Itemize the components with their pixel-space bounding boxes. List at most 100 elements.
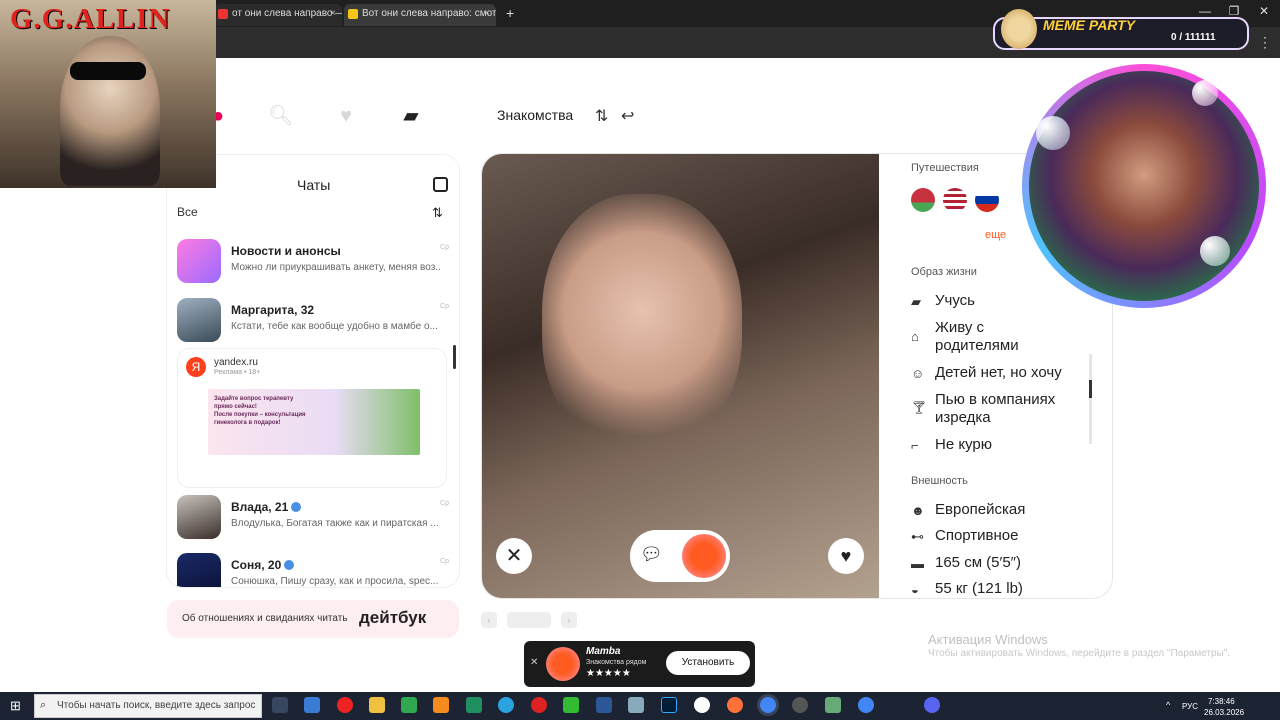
poster-title: G.G.ALLIN — [10, 3, 171, 35]
language-indicator[interactable]: РУС — [1182, 702, 1198, 711]
yandex-browser-icon[interactable] — [694, 697, 710, 713]
taskbar-app-icon[interactable] — [792, 697, 808, 713]
travel-more-link[interactable]: еще — [985, 229, 1006, 241]
smoking-icon: ⌐ — [911, 438, 919, 453]
minimize-button[interactable]: — — [1195, 4, 1215, 18]
activation-subtitle: Чтобы активировать Windows, перейдите в … — [928, 648, 1231, 659]
chrome-icon[interactable] — [858, 697, 874, 713]
datebook-banner[interactable]: Об отношениях и свиданиях читать дейтбук — [167, 600, 459, 638]
profile-card: ✕ 💬︎ ♥ Путешествия еще Образ жизни ▰ Учу… — [482, 154, 1112, 598]
taskbar-app-icon[interactable] — [304, 697, 320, 713]
bubble-decoration — [1036, 116, 1070, 150]
info-scrollbar[interactable] — [1089, 380, 1092, 398]
kids-icon: ☺ — [911, 366, 925, 381]
close-window-button[interactable]: ✕ — [1254, 4, 1274, 18]
ad-banner-image[interactable]: Задайте вопрос терапевту прямо сейчас! П… — [208, 389, 420, 455]
install-button[interactable]: Установить — [666, 651, 750, 675]
sunglasses-shape — [70, 62, 146, 80]
tray-chevron-icon[interactable]: ^ — [1166, 700, 1170, 710]
action-pill: 💬︎ — [630, 530, 730, 582]
search-icon: ⌕ — [40, 699, 47, 711]
compose-icon[interactable] — [433, 177, 448, 192]
taskbar-app-icon[interactable] — [825, 697, 841, 713]
doge-icon — [1001, 9, 1037, 49]
banner-brand: дейтбук — [359, 608, 427, 627]
photoshop-icon[interactable] — [661, 697, 677, 713]
taskbar-app-icon[interactable] — [466, 697, 482, 713]
taskbar-search[interactable]: ⌕ Чтобы начать поиск, введите здесь запр… — [34, 694, 262, 718]
ad-card[interactable]: Я yandex.ru Реклама • 18+ Задайте вопрос… — [177, 348, 447, 488]
ad-banner-text: Задайте вопрос терапевту — [214, 396, 294, 402]
toast-tagline: Знакомства рядом — [586, 659, 647, 666]
browser-tab[interactable]: от они слева направо — Янд × — [214, 4, 342, 26]
ad-banner-text: гинеколога в подарок! — [214, 420, 281, 426]
clock-date[interactable]: 26.03.2026 — [1204, 708, 1244, 717]
super-like-button[interactable] — [682, 534, 726, 578]
search-icon[interactable]: 🔍︎ — [268, 104, 293, 128]
like-button[interactable]: ♥ — [828, 538, 864, 574]
scale-icon: ◒ — [911, 582, 919, 597]
tab-title: Вот они слева направо: смотр — [362, 8, 496, 19]
toast-close-button[interactable]: ✕ — [530, 657, 538, 668]
bubble-decoration — [1200, 236, 1230, 266]
home-icon: ⌂ — [911, 329, 919, 344]
likes-icon[interactable]: ♥ — [334, 104, 358, 128]
chat-item-sonya[interactable]: Соня, 20 Сонюшка, Пишу сразу, как и прос… — [177, 553, 449, 587]
word-icon[interactable] — [596, 697, 612, 713]
discord-icon[interactable] — [924, 697, 940, 713]
start-button[interactable]: ⊞ — [10, 698, 21, 714]
travel-heading: Путешествия — [911, 162, 979, 174]
chrome-icon[interactable] — [760, 697, 776, 713]
lifestyle-heading: Образ жизни — [911, 266, 977, 278]
sort-icon[interactable]: ⇅ — [432, 205, 443, 221]
message-button[interactable]: 💬︎ — [640, 544, 663, 565]
filter-all-label[interactable]: Все — [177, 205, 198, 219]
chat-scrollbar[interactable] — [453, 345, 456, 369]
filter-icon[interactable]: ⇅ — [595, 106, 608, 126]
maximize-button[interactable]: ❐ — [1224, 4, 1244, 18]
ad-domain: yandex.ru — [214, 357, 258, 368]
new-tab-button[interactable]: + — [506, 5, 514, 21]
telegram-icon[interactable] — [498, 697, 514, 713]
clock-time[interactable]: 7:38:46 — [1208, 697, 1235, 706]
undo-icon[interactable]: ↩ — [621, 106, 634, 126]
chat-time: Ср — [440, 500, 449, 507]
chat-time: Ср — [440, 303, 449, 310]
appearance-height: 165 см (5′5″) — [935, 554, 1021, 571]
chat-preview: Влодулька, Богатая также как и пиратская… — [231, 518, 439, 529]
firefox-icon[interactable] — [727, 697, 743, 713]
avatar — [177, 553, 221, 587]
chat-time: Ср — [440, 558, 449, 565]
next-page-button[interactable]: › — [561, 612, 577, 628]
appearance-build: Спортивное — [935, 527, 1019, 544]
dumbbell-icon: ⊷ — [911, 529, 924, 544]
chat-item-news[interactable]: Новости и анонсы Можно ли приукрашивать … — [177, 239, 449, 291]
vlc-icon[interactable] — [433, 697, 449, 713]
folder-icon[interactable] — [369, 697, 385, 713]
taskbar-app-icon[interactable] — [401, 697, 417, 713]
mamba-logo-icon — [546, 647, 580, 681]
close-icon[interactable]: × — [330, 4, 336, 24]
close-icon[interactable]: × — [484, 4, 490, 24]
chat-panel: Чаты Все ⇅ Новости и анонсы Можно ли при… — [167, 155, 459, 587]
chat-item-vlada[interactable]: Влада, 21 Влодулька, Богатая также как и… — [177, 495, 449, 547]
opera-icon[interactable] — [337, 697, 353, 713]
chat-time: Ср — [440, 244, 449, 251]
lifestyle-drinking-cont: изредка — [935, 409, 991, 426]
taskbar-app-icon[interactable] — [563, 697, 579, 713]
opera-gx-icon[interactable] — [531, 697, 547, 713]
lifestyle-living: Живу с — [935, 319, 985, 336]
cards-icon[interactable]: ▰ — [399, 104, 423, 128]
taskbar-app-icon[interactable] — [628, 697, 644, 713]
prev-page-button[interactable]: ‹ — [481, 612, 497, 628]
chat-item-margarita[interactable]: Маргарита, 32 Кстати, тебе как вообще уд… — [177, 298, 449, 350]
poster-figure — [60, 36, 160, 186]
task-view-icon[interactable] — [272, 697, 288, 713]
verified-icon — [291, 502, 302, 512]
yandex-logo-icon: Я — [186, 357, 206, 377]
profile-photo[interactable]: ✕ 💬︎ ♥ — [482, 154, 879, 598]
menu-icon[interactable]: ⋮ — [1258, 34, 1272, 51]
dislike-button[interactable]: ✕ — [496, 538, 532, 574]
browser-tab-active[interactable]: Вот они слева направо: смотр × — [344, 4, 496, 26]
lifestyle-smoking: Не курю — [935, 436, 992, 453]
